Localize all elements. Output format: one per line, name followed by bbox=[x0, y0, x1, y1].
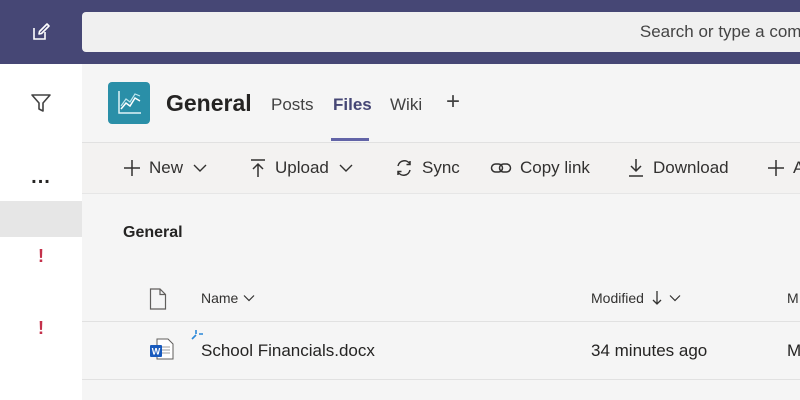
files-content: General Name Modified M W School Financi… bbox=[82, 194, 800, 400]
download-button[interactable]: Download bbox=[627, 143, 729, 193]
more-icon: ... bbox=[31, 165, 51, 188]
files-toolbar: New Upload Sync Copy link Download A bbox=[82, 143, 800, 194]
file-type-column-header[interactable] bbox=[149, 288, 167, 310]
compose-icon bbox=[33, 23, 50, 40]
alert-icon: ! bbox=[38, 245, 44, 266]
new-label: New bbox=[149, 158, 184, 177]
new-button[interactable]: New bbox=[123, 143, 215, 193]
modified-column-label: Modified bbox=[591, 290, 644, 306]
table-row[interactable]: W School Financials.docx 34 minutes ago … bbox=[82, 321, 800, 380]
rail-selected-item[interactable] bbox=[0, 201, 82, 237]
tab-active-indicator bbox=[331, 138, 369, 141]
channel-title: General bbox=[166, 90, 252, 116]
upload-button[interactable]: Upload bbox=[249, 143, 361, 193]
modified-time: 34 minutes ago bbox=[591, 341, 708, 360]
download-icon bbox=[629, 159, 643, 177]
new-chat-button[interactable] bbox=[0, 0, 82, 64]
file-name-link[interactable]: School Financials.docx bbox=[201, 341, 375, 361]
alert-icon: ! bbox=[38, 317, 44, 338]
chevron-down-icon bbox=[669, 295, 681, 302]
sync-icon bbox=[397, 160, 411, 176]
modified-by-column-header[interactable]: M bbox=[787, 290, 799, 306]
more-options-button[interactable]: ... bbox=[0, 162, 82, 192]
add-shortcut-button[interactable]: A bbox=[767, 143, 800, 193]
filter-button[interactable] bbox=[0, 88, 82, 118]
tab-files[interactable]: Files bbox=[333, 95, 372, 115]
tab-wiki[interactable]: Wiki bbox=[390, 95, 422, 115]
filter-icon bbox=[31, 94, 51, 112]
modified-column-header[interactable]: Modified bbox=[591, 290, 681, 306]
chart-icon bbox=[118, 91, 141, 114]
top-bar: Search or type a command bbox=[0, 0, 800, 64]
document-icon bbox=[149, 288, 167, 310]
search-placeholder: Search or type a command bbox=[639, 22, 800, 41]
sync-label: Sync bbox=[422, 158, 460, 177]
link-icon bbox=[490, 163, 512, 173]
plus-icon bbox=[768, 160, 784, 176]
rail-alert-item-1[interactable]: ! bbox=[0, 244, 82, 268]
chevron-down-icon bbox=[243, 295, 255, 302]
channel-header: General Posts Files Wiki + bbox=[82, 64, 800, 143]
sync-button[interactable]: Sync bbox=[394, 143, 460, 193]
chevron-down-icon bbox=[193, 164, 207, 172]
download-label: Download bbox=[653, 158, 729, 177]
upload-icon bbox=[251, 159, 265, 177]
copy-link-button[interactable]: Copy link bbox=[490, 143, 590, 193]
rail-alert-item-2[interactable]: ! bbox=[0, 316, 82, 340]
team-avatar[interactable] bbox=[108, 82, 150, 124]
copy-link-label: Copy link bbox=[520, 158, 590, 177]
tab-posts[interactable]: Posts bbox=[271, 95, 314, 115]
upload-label: Upload bbox=[275, 158, 329, 177]
sort-descending-icon bbox=[652, 291, 662, 305]
left-rail: ... ! ! bbox=[0, 64, 83, 400]
add-tab-button[interactable]: + bbox=[446, 90, 460, 114]
plus-icon bbox=[124, 160, 140, 176]
svg-text:W: W bbox=[152, 347, 161, 357]
modified-by-column-label: M bbox=[787, 290, 799, 306]
chevron-down-icon bbox=[339, 164, 353, 172]
word-file-icon: W bbox=[149, 335, 175, 363]
modified-by: M bbox=[787, 341, 800, 360]
name-column-header[interactable]: Name bbox=[201, 290, 255, 306]
search-box[interactable]: Search or type a command bbox=[82, 12, 800, 52]
name-column-label: Name bbox=[201, 290, 239, 306]
breadcrumb: General bbox=[123, 224, 183, 241]
add-label: A bbox=[793, 158, 800, 177]
